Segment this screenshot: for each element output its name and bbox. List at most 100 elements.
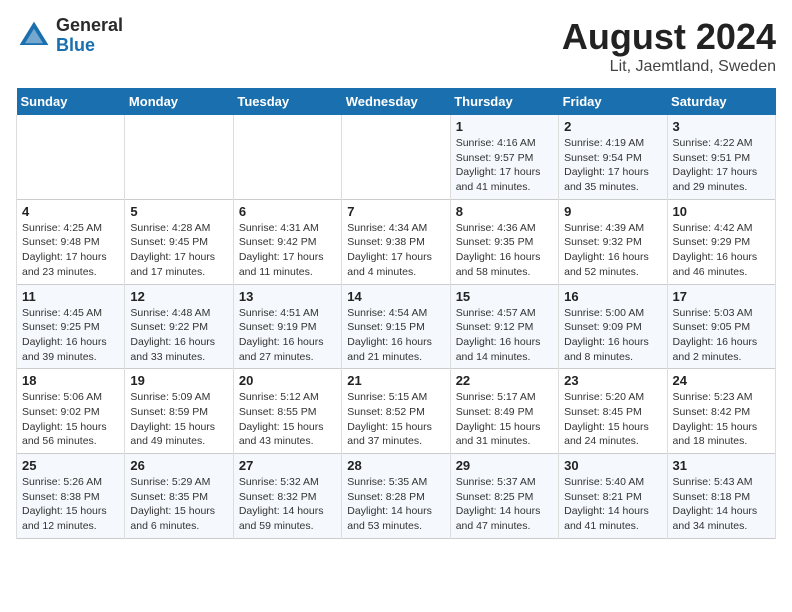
cell-day-number: 15 bbox=[456, 289, 553, 304]
cell-info: Sunrise: 5:43 AM Sunset: 8:18 PM Dayligh… bbox=[673, 475, 770, 534]
cell-info: Sunrise: 4:54 AM Sunset: 9:15 PM Dayligh… bbox=[347, 306, 444, 365]
calendar-cell: 9 Sunrise: 4:39 AM Sunset: 9:32 PM Daylig… bbox=[559, 199, 667, 284]
cell-info: Sunrise: 4:22 AM Sunset: 9:51 PM Dayligh… bbox=[673, 136, 770, 195]
cell-info: Sunrise: 4:57 AM Sunset: 9:12 PM Dayligh… bbox=[456, 306, 553, 365]
calendar-cell: 17 Sunrise: 5:03 AM Sunset: 9:05 PM Dayli… bbox=[667, 284, 775, 369]
calendar-cell bbox=[17, 115, 125, 199]
week-row-3: 11Sunrise: 4:45 AM Sunset: 9:25 PM Dayli… bbox=[17, 284, 776, 369]
header-day-tuesday: Tuesday bbox=[233, 88, 341, 115]
calendar-subtitle: Lit, Jaemtland, Sweden bbox=[562, 58, 776, 76]
cell-day-number: 30 bbox=[564, 458, 661, 473]
calendar-cell: 21 Sunrise: 5:15 AM Sunset: 8:52 PM Dayli… bbox=[342, 369, 450, 454]
cell-day-number: 19 bbox=[130, 373, 227, 388]
calendar-cell: 8 Sunrise: 4:36 AM Sunset: 9:35 PM Daylig… bbox=[450, 199, 558, 284]
cell-day-number: 4 bbox=[22, 204, 119, 219]
cell-day-number: 31 bbox=[673, 458, 770, 473]
calendar-cell: 11Sunrise: 4:45 AM Sunset: 9:25 PM Dayli… bbox=[17, 284, 125, 369]
calendar-cell: 22 Sunrise: 5:17 AM Sunset: 8:49 PM Dayli… bbox=[450, 369, 558, 454]
cell-info: Sunrise: 4:48 AM Sunset: 9:22 PM Dayligh… bbox=[130, 306, 227, 365]
week-row-1: 1 Sunrise: 4:16 AM Sunset: 9:57 PM Daylig… bbox=[17, 115, 776, 199]
week-row-2: 4 Sunrise: 4:25 AM Sunset: 9:48 PM Daylig… bbox=[17, 199, 776, 284]
cell-day-number: 5 bbox=[130, 204, 227, 219]
cell-info: Sunrise: 4:19 AM Sunset: 9:54 PM Dayligh… bbox=[564, 136, 661, 195]
calendar-cell: 4 Sunrise: 4:25 AM Sunset: 9:48 PM Daylig… bbox=[17, 199, 125, 284]
logo-text: General Blue bbox=[56, 16, 123, 56]
cell-day-number: 27 bbox=[239, 458, 336, 473]
cell-info: Sunrise: 4:25 AM Sunset: 9:48 PM Dayligh… bbox=[22, 221, 119, 280]
calendar-cell: 15 Sunrise: 4:57 AM Sunset: 9:12 PM Dayli… bbox=[450, 284, 558, 369]
header-day-saturday: Saturday bbox=[667, 88, 775, 115]
header-day-sunday: Sunday bbox=[17, 88, 125, 115]
cell-day-number: 20 bbox=[239, 373, 336, 388]
week-row-4: 18 Sunrise: 5:06 AM Sunset: 9:02 PM Dayli… bbox=[17, 369, 776, 454]
cell-info: Sunrise: 4:36 AM Sunset: 9:35 PM Dayligh… bbox=[456, 221, 553, 280]
cell-day-number: 11 bbox=[22, 289, 119, 304]
calendar-cell: 28Sunrise: 5:35 AM Sunset: 8:28 PM Dayli… bbox=[342, 454, 450, 539]
cell-day-number: 8 bbox=[456, 204, 553, 219]
calendar-cell: 1 Sunrise: 4:16 AM Sunset: 9:57 PM Daylig… bbox=[450, 115, 558, 199]
cell-day-number: 12 bbox=[130, 289, 227, 304]
cell-info: Sunrise: 4:34 AM Sunset: 9:38 PM Dayligh… bbox=[347, 221, 444, 280]
calendar-cell: 13 Sunrise: 4:51 AM Sunset: 9:19 PM Dayli… bbox=[233, 284, 341, 369]
calendar-cell: 6 Sunrise: 4:31 AM Sunset: 9:42 PM Daylig… bbox=[233, 199, 341, 284]
cell-info: Sunrise: 4:16 AM Sunset: 9:57 PM Dayligh… bbox=[456, 136, 553, 195]
cell-day-number: 26 bbox=[130, 458, 227, 473]
cell-day-number: 14 bbox=[347, 289, 444, 304]
cell-info: Sunrise: 5:37 AM Sunset: 8:25 PM Dayligh… bbox=[456, 475, 553, 534]
cell-info: Sunrise: 4:39 AM Sunset: 9:32 PM Dayligh… bbox=[564, 221, 661, 280]
cell-info: Sunrise: 4:31 AM Sunset: 9:42 PM Dayligh… bbox=[239, 221, 336, 280]
cell-day-number: 10 bbox=[673, 204, 770, 219]
calendar-title: August 2024 bbox=[562, 16, 776, 58]
calendar-cell: 10 Sunrise: 4:42 AM Sunset: 9:29 PM Dayli… bbox=[667, 199, 775, 284]
calendar-cell: 20Sunrise: 5:12 AM Sunset: 8:55 PM Dayli… bbox=[233, 369, 341, 454]
cell-info: Sunrise: 5:15 AM Sunset: 8:52 PM Dayligh… bbox=[347, 390, 444, 449]
calendar-cell: 29 Sunrise: 5:37 AM Sunset: 8:25 PM Dayli… bbox=[450, 454, 558, 539]
calendar-header: SundayMondayTuesdayWednesdayThursdayFrid… bbox=[17, 88, 776, 115]
cell-day-number: 29 bbox=[456, 458, 553, 473]
cell-day-number: 13 bbox=[239, 289, 336, 304]
cell-day-number: 7 bbox=[347, 204, 444, 219]
calendar-cell: 25Sunrise: 5:26 AM Sunset: 8:38 PM Dayli… bbox=[17, 454, 125, 539]
cell-info: Sunrise: 4:51 AM Sunset: 9:19 PM Dayligh… bbox=[239, 306, 336, 365]
title-block: August 2024 Lit, Jaemtland, Sweden bbox=[562, 16, 776, 76]
calendar-cell: 3Sunrise: 4:22 AM Sunset: 9:51 PM Daylig… bbox=[667, 115, 775, 199]
cell-day-number: 17 bbox=[673, 289, 770, 304]
cell-info: Sunrise: 5:23 AM Sunset: 8:42 PM Dayligh… bbox=[673, 390, 770, 449]
cell-day-number: 24 bbox=[673, 373, 770, 388]
cell-day-number: 18 bbox=[22, 373, 119, 388]
header-day-wednesday: Wednesday bbox=[342, 88, 450, 115]
cell-day-number: 16 bbox=[564, 289, 661, 304]
calendar-cell: 23 Sunrise: 5:20 AM Sunset: 8:45 PM Dayli… bbox=[559, 369, 667, 454]
cell-day-number: 25 bbox=[22, 458, 119, 473]
cell-day-number: 22 bbox=[456, 373, 553, 388]
cell-info: Sunrise: 5:17 AM Sunset: 8:49 PM Dayligh… bbox=[456, 390, 553, 449]
cell-day-number: 21 bbox=[347, 373, 444, 388]
calendar-cell: 30 Sunrise: 5:40 AM Sunset: 8:21 PM Dayli… bbox=[559, 454, 667, 539]
cell-info: Sunrise: 4:28 AM Sunset: 9:45 PM Dayligh… bbox=[130, 221, 227, 280]
cell-info: Sunrise: 5:06 AM Sunset: 9:02 PM Dayligh… bbox=[22, 390, 119, 449]
calendar-cell: 19Sunrise: 5:09 AM Sunset: 8:59 PM Dayli… bbox=[125, 369, 233, 454]
calendar-table: SundayMondayTuesdayWednesdayThursdayFrid… bbox=[16, 88, 776, 539]
calendar-cell: 24 Sunrise: 5:23 AM Sunset: 8:42 PM Dayli… bbox=[667, 369, 775, 454]
cell-day-number: 9 bbox=[564, 204, 661, 219]
calendar-cell: 7 Sunrise: 4:34 AM Sunset: 9:38 PM Daylig… bbox=[342, 199, 450, 284]
calendar-cell: 5 Sunrise: 4:28 AM Sunset: 9:45 PM Daylig… bbox=[125, 199, 233, 284]
header-day-monday: Monday bbox=[125, 88, 233, 115]
page-header: General Blue August 2024 Lit, Jaemtland,… bbox=[16, 16, 776, 76]
cell-day-number: 6 bbox=[239, 204, 336, 219]
calendar-cell: 12 Sunrise: 4:48 AM Sunset: 9:22 PM Dayli… bbox=[125, 284, 233, 369]
calendar-cell: 14 Sunrise: 4:54 AM Sunset: 9:15 PM Dayli… bbox=[342, 284, 450, 369]
cell-info: Sunrise: 5:20 AM Sunset: 8:45 PM Dayligh… bbox=[564, 390, 661, 449]
cell-day-number: 23 bbox=[564, 373, 661, 388]
logo-icon bbox=[16, 18, 52, 54]
logo-general: General bbox=[56, 16, 123, 36]
cell-info: Sunrise: 5:03 AM Sunset: 9:05 PM Dayligh… bbox=[673, 306, 770, 365]
calendar-cell bbox=[125, 115, 233, 199]
cell-info: Sunrise: 4:42 AM Sunset: 9:29 PM Dayligh… bbox=[673, 221, 770, 280]
calendar-cell bbox=[342, 115, 450, 199]
logo-blue: Blue bbox=[56, 36, 123, 56]
calendar-body: 1 Sunrise: 4:16 AM Sunset: 9:57 PM Daylig… bbox=[17, 115, 776, 538]
cell-day-number: 1 bbox=[456, 119, 553, 134]
calendar-cell: 18 Sunrise: 5:06 AM Sunset: 9:02 PM Dayli… bbox=[17, 369, 125, 454]
cell-info: Sunrise: 5:40 AM Sunset: 8:21 PM Dayligh… bbox=[564, 475, 661, 534]
